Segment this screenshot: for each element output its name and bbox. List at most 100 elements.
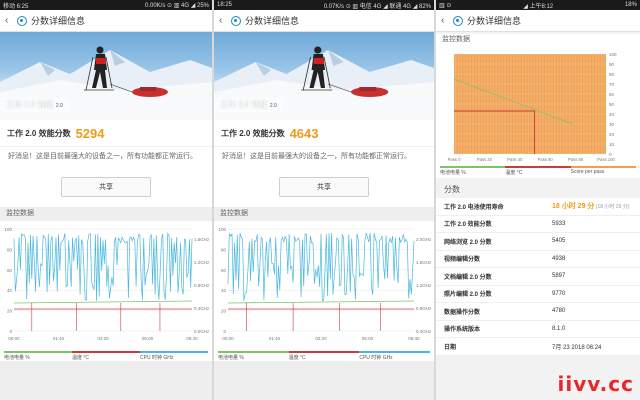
status-time: ◢ 上午8:12 (523, 3, 554, 10)
status-bar: ▥ ⊙ ◢ 上午8:12 18% (436, 0, 640, 10)
app-bar: ‹ 分数详细信息 (214, 10, 434, 32)
score-row-label: 数据操作分数 (444, 309, 481, 316)
chart-legend: 电池电量 % 温度 °C CPU 时钟 GHz (0, 351, 212, 361)
score-row: 视频编辑分数 4938 (436, 251, 640, 268)
monitor-panel: 监控数据 100 90 80 70 60 50 40 30 20 10 0 Pass 0 Pass 20… (436, 34, 640, 178)
status-left: 18:25 (217, 2, 233, 8)
score-row-label: 工作 2.0 效能分数 (444, 222, 492, 229)
monitor-title: 监控数据 (442, 36, 470, 43)
legend-temperature: 温度 °C (288, 351, 360, 361)
status-bar: 18:25 0.07K/s ⊙ ▥ 电信 4G ◢ 联通 4G ◢ 82% (214, 0, 434, 10)
y-tick-label: 40 (221, 288, 227, 293)
chart-legend: 电池电量 % 温度 °C Score per pass (436, 166, 640, 176)
app-bar: ‹ 分数详细信息 (436, 10, 640, 32)
back-arrow-icon[interactable]: ‹ (441, 15, 451, 26)
y-tick-label: 20 (609, 132, 615, 137)
legend-battery: 电池电量 % (218, 351, 289, 361)
y-tick-label: 80 (609, 72, 615, 77)
x-tick-label: 05:00 (142, 336, 154, 341)
y-tick-label: 0 (9, 329, 12, 334)
cpu-series-line (13, 231, 193, 302)
y2-tick-label: 2.0GHz (416, 237, 432, 242)
x-tick-label: 06:40 (186, 336, 198, 341)
share-button[interactable]: 共享 (279, 177, 369, 197)
score-row: 照片编辑 2.0 分数 9770 (436, 286, 640, 303)
score-row-label: 文档编辑 2.0 分数 (444, 274, 492, 281)
x-tick-label: Pass 100 (597, 157, 615, 162)
score-box: 工作 2.0 效能分数 4643 (214, 120, 434, 146)
y-tick-label: 30 (609, 122, 615, 127)
score-row: 日期 7月 23 2018 06:24 (436, 338, 640, 356)
page-title: 分数详细信息 (467, 16, 522, 26)
y-tick-label: 20 (7, 309, 13, 314)
score-value: 4643 (289, 125, 319, 141)
x-tick-label: 01:40 (53, 336, 65, 341)
y-tick-label: 40 (609, 112, 615, 117)
pcmark-logo-icon (17, 15, 27, 26)
y2-tick-label: 0.4GHz (416, 329, 432, 334)
score-row-label: 照片编辑 2.0 分数 (444, 292, 492, 299)
status-battery: 18% (624, 2, 637, 8)
y2-tick-label: 0.8GHz (194, 283, 210, 288)
score-row-label: 工作 2.0 电池使用寿命 (444, 204, 504, 211)
share-area: 共享 (0, 167, 212, 207)
score-row: 数据操作分数 4780 (436, 303, 640, 321)
x-tick-label: 06:40 (408, 336, 420, 341)
y2-tick-label: 1.6GHz (416, 260, 432, 265)
x-tick-label: Pass 20 (477, 157, 493, 162)
share-area: 共享 (214, 167, 434, 207)
watermark: iivv.cc (557, 372, 634, 396)
score-row-label: 视频编辑分数 (444, 257, 481, 264)
score-row-value: 4938 (552, 255, 566, 262)
x-tick-label: 05:00 (362, 336, 374, 341)
x-tick-label: 01:40 (269, 336, 281, 341)
monitor-chart: 100 80 60 40 20 0 2.0GHz 1.6GHz 1.2GHz 0.8GHz 0.4G… (214, 221, 434, 361)
x-tick-label: 03:20 (315, 336, 327, 341)
y2-tick-label: 0.0GHz (194, 329, 210, 334)
score-row-value: 5405 (552, 238, 566, 245)
back-arrow-icon[interactable]: ‹ (5, 15, 15, 26)
score-per-pass-chart: 1009080706050403020100Pass 0 Pass 20 Pass … (448, 52, 617, 162)
monitor-chart: 100 80 60 40 20 0 1.6GHz 1.2GHz 0.8GHz 0.4GHz 0.0G… (0, 221, 212, 361)
score-row-value: 8.1.0 (552, 325, 566, 332)
cpu-series-line (227, 232, 415, 302)
result-screen-1: 移动 6:25 0.00K/s ⊙ ▥ 4G ◢ 25% ‹ 分数详细信息 工作… (0, 0, 212, 400)
score-table: 工作 2.0 电池使用寿命 18 小时 29 分 (18 小时 29 分) 工作 2… (436, 198, 640, 356)
x-tick-label: Pass 60 (538, 157, 554, 162)
score-row-label: 日期 (444, 344, 457, 351)
y-tick-label: 90 (609, 62, 615, 67)
result-message: 好消息！这是目前最强大的设备之一，所有功能都正常运行。 (0, 146, 212, 167)
y-tick-label: 60 (609, 92, 615, 97)
back-arrow-icon[interactable]: ‹ (219, 15, 229, 26)
y-tick-label: 100 (609, 52, 617, 57)
score-label: 工作 2.0 效能分数 (221, 128, 285, 138)
share-button[interactable]: 共享 (61, 177, 151, 197)
y-tick-label: 60 (7, 268, 13, 273)
result-message: 好消息！这是目前最强大的设备之一，所有功能都正常运行。 (214, 146, 434, 167)
y2-tick-label: 1.2GHz (416, 283, 432, 288)
hero-label: 工作 2.0 效能 2.0 (0, 98, 69, 112)
y-tick-label: 0 (223, 329, 226, 334)
score-row: 操作系统版本 8.1.0 (436, 321, 640, 338)
monitor-chart-svg: 100 80 60 40 20 0 1.6GHz 1.2GHz 0.8GHz 0.4GHz 0.0G… (4, 227, 210, 341)
app-bar: ‹ 分数详细信息 (0, 10, 212, 32)
score-row-value: 9770 (552, 290, 566, 297)
monitor-title: 监控数据 (0, 207, 212, 221)
hero-banner: 工作 2.0 效能 2.0 (214, 32, 434, 120)
page-title: 分数详细信息 (245, 16, 300, 26)
score-value: 5294 (75, 125, 105, 141)
y-tick-label: 80 (7, 247, 13, 252)
pcmark-logo-icon (231, 15, 241, 26)
score-row-value: 7月 23 2018 06:24 (552, 344, 602, 351)
y-tick-label: 100 (4, 227, 12, 232)
score-row: 文档编辑 2.0 分数 5897 (436, 268, 640, 286)
hero-banner: 工作 2.0 效能 2.0 (0, 32, 212, 120)
status-left: 移动 6:25 (3, 3, 29, 10)
page-title: 分数详细信息 (31, 16, 86, 26)
y-tick-label: 80 (221, 247, 227, 252)
x-tick-label: Pass 80 (568, 157, 584, 162)
legend-cpu: CPU 时钟 GHz (140, 351, 208, 361)
legend-temperature: 温度 °C (72, 351, 140, 361)
legend-score: Score per pass (570, 166, 636, 176)
y-tick-label: 10 (609, 142, 615, 147)
